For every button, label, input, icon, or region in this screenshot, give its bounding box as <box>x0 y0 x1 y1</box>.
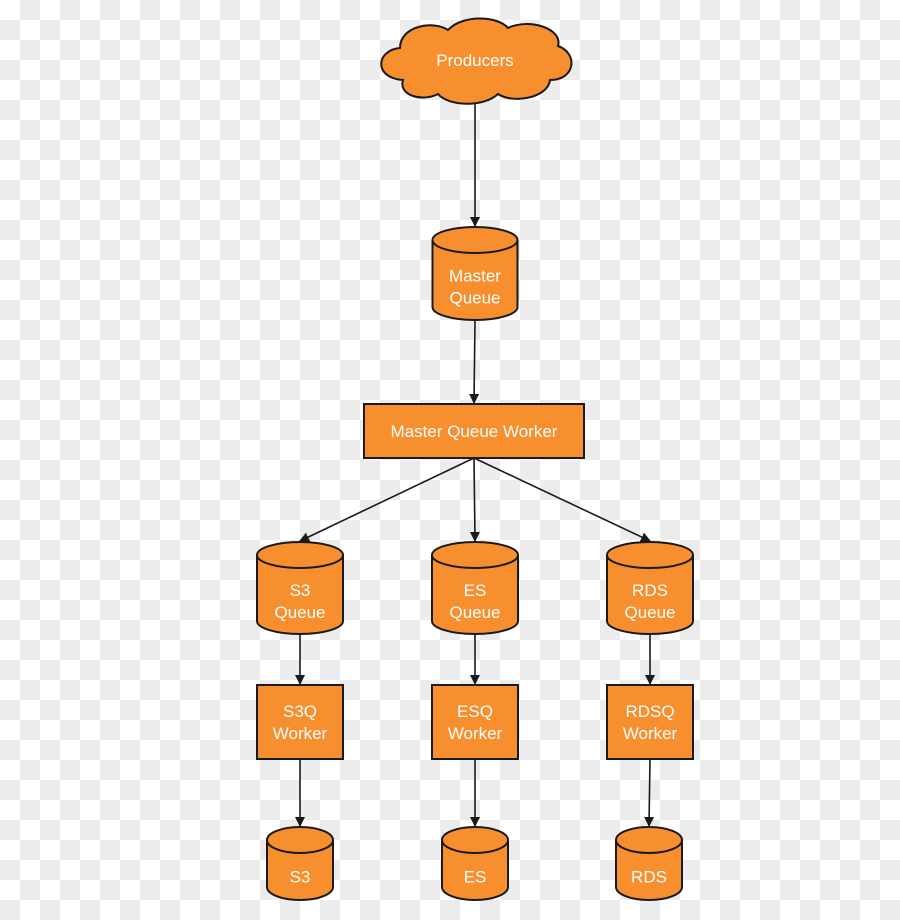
node-label: S3 <box>290 581 311 600</box>
node-label: ESQ <box>457 702 493 721</box>
cylinder-shape <box>615 826 683 901</box>
cylinder-shape <box>441 826 509 901</box>
arrow-master-queue-worker-to-s3-queue <box>299 457 475 542</box>
architecture-diagram: ProducersMasterQueueMaster Queue WorkerS… <box>256 17 694 901</box>
node-label: RDS <box>632 581 668 600</box>
node-s3q-worker: S3Q Worker <box>256 684 344 760</box>
node-rds-queue: RDS Queue <box>606 541 694 635</box>
node-label: Queue <box>449 289 500 308</box>
arrow-rdsq-worker-to-rds <box>644 758 655 827</box>
node-label: RDSQ <box>625 702 674 721</box>
node-label: S3Q <box>283 702 317 721</box>
node-esq-worker: ESQ Worker <box>431 684 519 760</box>
node-label: S3 <box>290 868 311 887</box>
node-label: ES <box>464 581 487 600</box>
node-label: Worker <box>448 724 503 743</box>
node-rds: RDS <box>615 826 683 901</box>
node-label: Queue <box>449 603 500 622</box>
node-label: Queue <box>624 603 675 622</box>
node-s3: S3 <box>266 826 334 901</box>
node-label: Queue <box>274 603 325 622</box>
node-label: Master <box>449 267 501 286</box>
rectangle-shape <box>606 684 694 760</box>
node-master-queue-worker: Master Queue Worker <box>363 403 585 459</box>
node-label: Worker <box>623 724 678 743</box>
node-rdsq-worker: RDSQ Worker <box>606 684 694 760</box>
node-label: Master Queue Worker <box>391 422 558 441</box>
node-producers: Producers <box>380 17 573 105</box>
node-s3-queue: S3 Queue <box>256 541 344 635</box>
node-label: Worker <box>273 724 328 743</box>
node-label: RDS <box>631 868 667 887</box>
rectangle-shape <box>431 684 519 760</box>
node-es-queue: ES Queue <box>431 541 519 635</box>
rectangle-shape <box>256 684 344 760</box>
node-master-queue: Master Queue <box>431 226 519 321</box>
node-label: Producers <box>436 51 513 70</box>
node-es: ES <box>441 826 509 901</box>
arrow-master-queue-worker-to-es-queue <box>469 457 480 542</box>
node-label: ES <box>464 868 487 887</box>
cylinder-shape <box>266 826 334 901</box>
arrow-master-queue-to-master-queue-worker <box>469 319 480 404</box>
arrow-master-queue-worker-to-rds-queue <box>473 457 651 542</box>
